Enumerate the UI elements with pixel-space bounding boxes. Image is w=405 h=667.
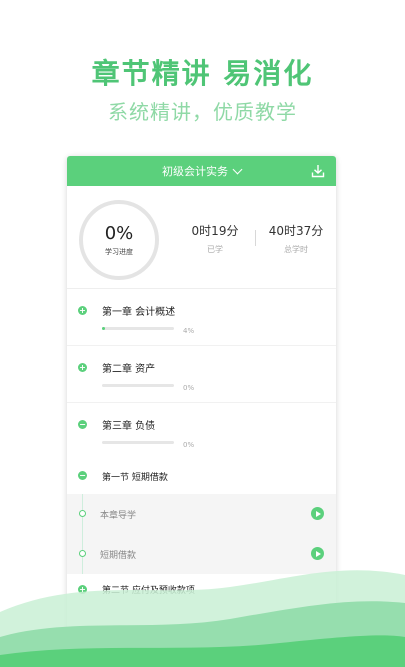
course-card: 初级会计实务 0% 学习进度 0时19分 已学 40时37分 总学时 + 第一章… <box>67 156 336 667</box>
lesson-label: 短期借款 <box>100 551 137 561</box>
lesson-dot-icon <box>79 550 86 557</box>
studied-label: 已学 <box>207 245 223 254</box>
lesson-list: 本章导学 短期借款 <box>67 494 336 574</box>
study-stats: 0% 学习进度 0时19分 已学 40时37分 总学时 <box>67 186 336 289</box>
hero-title: 章节精讲 易消化 <box>91 57 314 90</box>
expand-icon[interactable]: + <box>78 363 87 372</box>
chapter-percent: 4% <box>183 327 195 335</box>
subject-selector[interactable]: 初级会计实务 <box>162 163 243 179</box>
lesson-dot-icon <box>79 510 86 517</box>
chapter-item[interactable]: + 第一章 会计概述 4% <box>67 289 336 346</box>
lesson-item[interactable]: 短期借款 <box>67 534 336 574</box>
collapse-icon[interactable]: − <box>78 420 87 429</box>
chapter-title: 第三章 负债 <box>102 421 156 432</box>
progress-value: 0% <box>104 223 134 244</box>
play-icon[interactable] <box>311 507 324 520</box>
chapter-list: + 第一章 会计概述 4% + 第二章 资产 0% − 第三章 负债 0% − … <box>67 289 336 606</box>
expand-icon[interactable]: + <box>78 306 87 315</box>
course-header: 初级会计实务 <box>67 156 336 186</box>
total-value: 40时37分 <box>268 224 324 238</box>
download-icon[interactable] <box>310 163 326 179</box>
chapter-item[interactable]: + 第二章 资产 0% <box>67 346 336 403</box>
chevron-down-icon <box>232 164 243 174</box>
subject-label: 初级会计实务 <box>162 165 228 178</box>
chapter-percent: 0% <box>183 384 195 392</box>
expand-icon[interactable]: + <box>78 585 87 594</box>
chapter-title: 第一章 会计概述 <box>102 307 176 318</box>
lesson-label: 本章导学 <box>100 511 137 521</box>
total-stat: 40时37分 总学时 <box>261 222 331 255</box>
lesson-item[interactable]: 本章导学 <box>67 494 336 534</box>
collapse-icon[interactable]: − <box>78 471 87 480</box>
studied-value: 0时19分 <box>191 224 239 238</box>
section-item[interactable]: − 第一节 短期借款 <box>67 460 336 494</box>
chapter-progress-bar <box>102 327 174 330</box>
chapter-progress-bar <box>102 441 174 444</box>
progress-ring: 0% 学习进度 <box>79 200 159 280</box>
section-title: 第二节 应付及预收款项 <box>102 586 195 596</box>
section-item[interactable]: + 第二节 应付及预收款项 <box>67 574 336 606</box>
chapter-percent: 0% <box>183 441 195 449</box>
chapter-progress-bar <box>102 384 174 387</box>
chapter-item[interactable]: − 第三章 负债 0% <box>67 403 336 460</box>
play-icon[interactable] <box>311 547 324 560</box>
total-label: 总学时 <box>284 245 308 254</box>
progress-label: 学习进度 <box>105 248 133 256</box>
studied-stat: 0时19分 已学 <box>180 222 250 255</box>
hero-subtitle: 系统精讲，优质教学 <box>108 100 297 124</box>
chapter-title: 第二章 资产 <box>102 364 156 375</box>
stat-divider <box>255 230 256 246</box>
section-title: 第一节 短期借款 <box>102 473 168 483</box>
